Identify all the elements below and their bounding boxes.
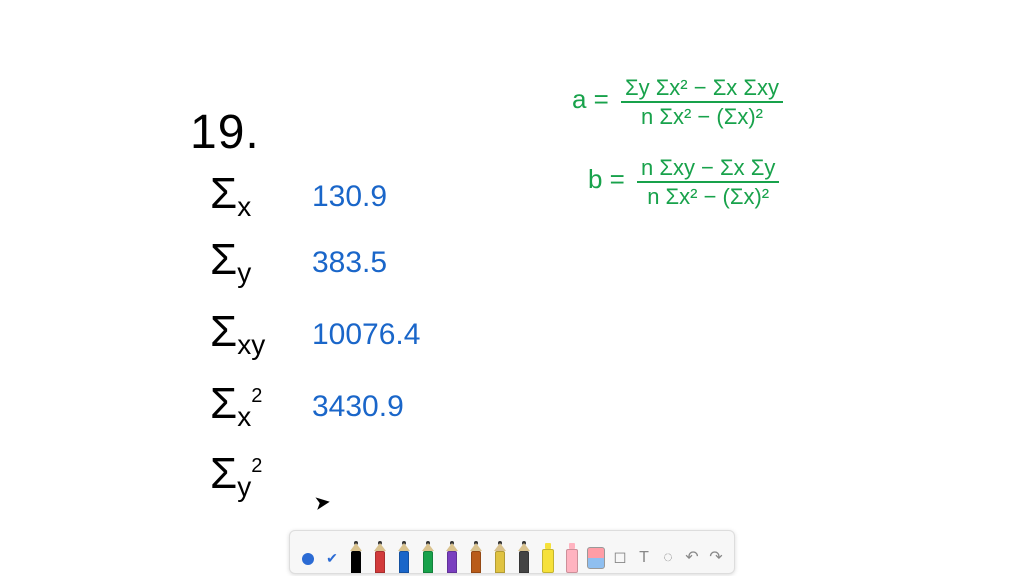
lasso-tool[interactable]: ◌ xyxy=(658,541,678,573)
sum-y-squared-row: Σy2 xyxy=(210,452,312,501)
sum-x-squared-label: Σx2 xyxy=(210,382,290,431)
pen-blue[interactable] xyxy=(394,541,414,573)
formula-b: b = n Σxy − Σx Σy n Σx² − (Σx)² xyxy=(588,156,779,208)
sum-xy-row: Σxy 10076.4 xyxy=(210,310,420,359)
pen-green[interactable] xyxy=(418,541,438,573)
sum-y-row: Σy 383.5 xyxy=(210,238,387,287)
formula-b-numerator: n Σxy − Σx Σy xyxy=(637,156,779,183)
sum-y-squared-label: Σy2 xyxy=(210,452,290,501)
sum-y-label: Σy xyxy=(210,238,290,287)
formula-a: a = Σy Σx² − Σx Σxy n Σx² − (Σx)² xyxy=(572,76,783,128)
cursor-icon: ➤ xyxy=(312,489,332,516)
record-button[interactable] xyxy=(298,541,318,573)
formula-a-denominator: n Σx² − (Σx)² xyxy=(637,103,767,128)
highlighter-pink[interactable] xyxy=(562,541,582,573)
pen-red[interactable] xyxy=(370,541,390,573)
pen-black[interactable] xyxy=(346,541,366,573)
formula-a-numerator: Σy Σx² − Σx Σxy xyxy=(621,76,783,103)
sum-x-label: Σx xyxy=(210,172,290,221)
pen-gold[interactable] xyxy=(490,541,510,573)
pen-brown[interactable] xyxy=(466,541,486,573)
sum-xy-label: Σxy xyxy=(210,310,290,359)
sum-x-value: 130.9 xyxy=(312,180,387,214)
eraser-tool[interactable] xyxy=(586,541,606,573)
drawing-toolbar: ✔ ◻ T ◌ ↶ ↷ xyxy=(289,530,735,574)
sum-x-squared-value: 3430.9 xyxy=(312,390,404,424)
highlighter-yellow[interactable] xyxy=(538,541,558,573)
pen-purple[interactable] xyxy=(442,541,462,573)
redo-button[interactable]: ↷ xyxy=(706,541,726,573)
sum-x-row: Σx 130.9 xyxy=(210,172,387,221)
confirm-button[interactable]: ✔ xyxy=(322,541,342,573)
sum-xy-value: 10076.4 xyxy=(312,318,420,352)
sum-y-value: 383.5 xyxy=(312,246,387,280)
undo-button[interactable]: ↶ xyxy=(682,541,702,573)
sum-x-squared-row: Σx2 3430.9 xyxy=(210,382,404,431)
shapes-tool[interactable]: ◻ xyxy=(610,541,630,573)
problem-number: 19. xyxy=(190,105,260,160)
formula-b-lhs: b = xyxy=(588,164,625,194)
pen-gray[interactable] xyxy=(514,541,534,573)
formula-b-denominator: n Σx² − (Σx)² xyxy=(643,183,773,208)
formula-a-lhs: a = xyxy=(572,84,609,114)
text-tool[interactable]: T xyxy=(634,541,654,573)
whiteboard-canvas[interactable]: 19. Σx 130.9 Σy 383.5 Σxy 10076.4 Σx2 34… xyxy=(0,0,1024,576)
